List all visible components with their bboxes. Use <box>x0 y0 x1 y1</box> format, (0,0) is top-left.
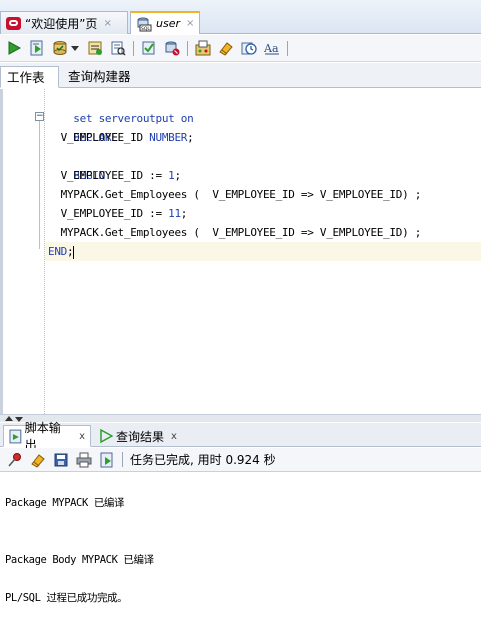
explain-plan-icon[interactable] <box>108 39 127 58</box>
worksheet-view-tabs: 工作表 查询构建器 <box>0 63 481 88</box>
code-text: ; <box>174 169 181 182</box>
chevron-down-icon[interactable] <box>71 45 79 51</box>
oracle-logo-icon <box>6 16 21 30</box>
commit-icon[interactable] <box>50 39 69 58</box>
document-tab-strip: “欢迎使用”页 × SQL user × <box>0 0 481 34</box>
format-icon[interactable]: Aa <box>262 39 281 58</box>
toolbar-separator <box>122 452 123 467</box>
code-keyword: NUMBER <box>149 131 188 144</box>
code-line-8: MYPACK.Get_Employees ( V_EMPLOYEE_ID => … <box>48 223 422 242</box>
tab-welcome-page[interactable]: “欢迎使用”页 × <box>0 11 128 34</box>
tab-welcome-label: “欢迎使用”页 <box>25 16 98 31</box>
code-line-7: V_EMPLOYEE_ID := 11; <box>48 204 188 223</box>
tab-worksheet[interactable]: 工作表 <box>0 66 59 88</box>
tab-query-builder[interactable]: 查询构建器 <box>62 66 137 88</box>
print-icon[interactable] <box>74 450 93 469</box>
run-script-icon[interactable] <box>27 39 46 58</box>
code-text: V_EMPLOYEE_ID := <box>48 207 169 220</box>
unshared-sql-icon[interactable] <box>193 39 212 58</box>
rollback-icon[interactable] <box>162 39 181 58</box>
svg-text:SQL: SQL <box>141 26 150 32</box>
run-script-icon[interactable] <box>97 450 116 469</box>
output-line: Package Body MYPACK 已编译 <box>5 554 154 566</box>
collapse-down-icon[interactable] <box>15 417 23 422</box>
run-statement-icon[interactable] <box>4 39 23 58</box>
tab-script-output[interactable]: 脚本输出 x <box>3 421 91 452</box>
close-tab-icon[interactable]: × <box>103 18 111 29</box>
pin-icon[interactable] <box>5 450 24 469</box>
toolbar-separator <box>133 40 134 56</box>
svg-text:Aa: Aa <box>263 42 279 55</box>
script-output-icon <box>9 429 22 443</box>
autotrace-icon[interactable] <box>85 39 104 58</box>
task-status-text: 任务已完成, 用时 0.924 秒 <box>130 453 276 467</box>
fold-toggle-icon[interactable]: − <box>35 112 44 121</box>
close-tab-icon[interactable]: x <box>79 431 85 442</box>
tab-user-label: user <box>156 17 180 30</box>
code-line-2: DECLARE <box>48 109 118 144</box>
text-caret <box>73 245 75 259</box>
toolbar-separator <box>287 40 288 56</box>
sql-tuning-icon[interactable] <box>139 39 158 58</box>
code-line-4: BEGIN <box>48 147 105 182</box>
code-keyword: END <box>48 245 67 258</box>
code-text: MYPACK.Get_Employees ( V_EMPLOYEE_ID => … <box>48 188 422 201</box>
code-text: ; <box>180 207 188 220</box>
code-line-1: set serveroutput on <box>48 90 193 125</box>
sql-editor[interactable]: − set serveroutput on DECLARE V_EMPLOYEE… <box>0 89 481 414</box>
panel-splitter[interactable] <box>0 414 481 422</box>
code-text: ; <box>187 131 194 144</box>
clear-output-icon[interactable] <box>28 450 47 469</box>
close-tab-icon[interactable]: × <box>186 18 194 29</box>
tab-query-result-label: 查询结果 <box>116 429 165 444</box>
tab-query-result[interactable]: 查询结果 x <box>94 425 182 447</box>
worksheet-toolbar: Aa <box>0 35 481 62</box>
code-line-9-current: END; <box>45 242 481 261</box>
code-line-3: V_EMPLOYEE_ID NUMBER; <box>48 128 194 147</box>
history-icon[interactable] <box>239 39 258 58</box>
fold-guide-line <box>39 121 40 249</box>
close-tab-icon[interactable]: x <box>171 431 177 442</box>
query-result-icon <box>100 429 113 443</box>
code-text: V_EMPLOYEE_ID <box>48 131 150 144</box>
output-line: Package MYPACK 已编译 <box>5 497 125 509</box>
sql-worksheet-icon: SQL <box>136 16 152 32</box>
expand-up-icon[interactable] <box>5 416 13 421</box>
code-line-5: V_EMPLOYEE_ID := 1; <box>48 166 181 185</box>
code-text: V_EMPLOYEE_ID := <box>48 169 169 182</box>
output-toolbar: 任务已完成, 用时 0.924 秒 <box>0 448 481 472</box>
tab-user-worksheet[interactable]: SQL user × <box>130 11 200 34</box>
save-icon[interactable] <box>51 450 70 469</box>
script-output-area[interactable]: Package MYPACK 已编译 Package Body MYPACK 已… <box>0 473 481 635</box>
toolbar-separator <box>187 40 188 56</box>
code-line-6: MYPACK.Get_Employees ( V_EMPLOYEE_ID => … <box>48 185 422 204</box>
code-text: MYPACK.Get_Employees ( V_EMPLOYEE_ID => … <box>48 226 422 239</box>
code-number: 11 <box>168 207 181 220</box>
output-panel-tabs: 脚本输出 x 查询结果 x <box>0 421 481 452</box>
output-line: PL/SQL 过程已成功完成。 <box>5 592 128 604</box>
clear-icon[interactable] <box>216 39 235 58</box>
